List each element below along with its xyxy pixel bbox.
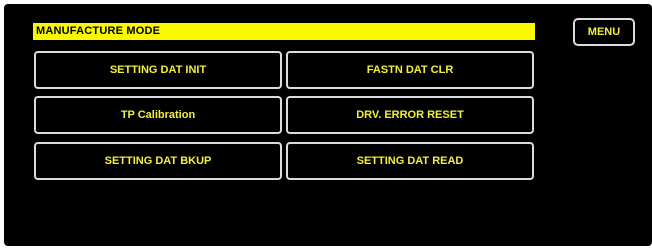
setting-dat-init-button[interactable]: SETTING DAT INIT bbox=[34, 51, 282, 89]
setting-dat-bkup-button[interactable]: SETTING DAT BKUP bbox=[34, 142, 282, 180]
tp-calibration-button[interactable]: TP Calibration bbox=[34, 96, 282, 134]
fastn-dat-clr-button[interactable]: FASTN DAT CLR bbox=[286, 51, 534, 89]
screen: MANUFACTURE MODE MENU SETTING DAT INIT F… bbox=[0, 0, 652, 249]
setting-dat-read-button[interactable]: SETTING DAT READ bbox=[286, 142, 534, 180]
drv-error-reset-button[interactable]: DRV. ERROR RESET bbox=[286, 96, 534, 134]
menu-button[interactable]: MENU bbox=[573, 18, 635, 46]
page-title: MANUFACTURE MODE bbox=[33, 23, 535, 40]
